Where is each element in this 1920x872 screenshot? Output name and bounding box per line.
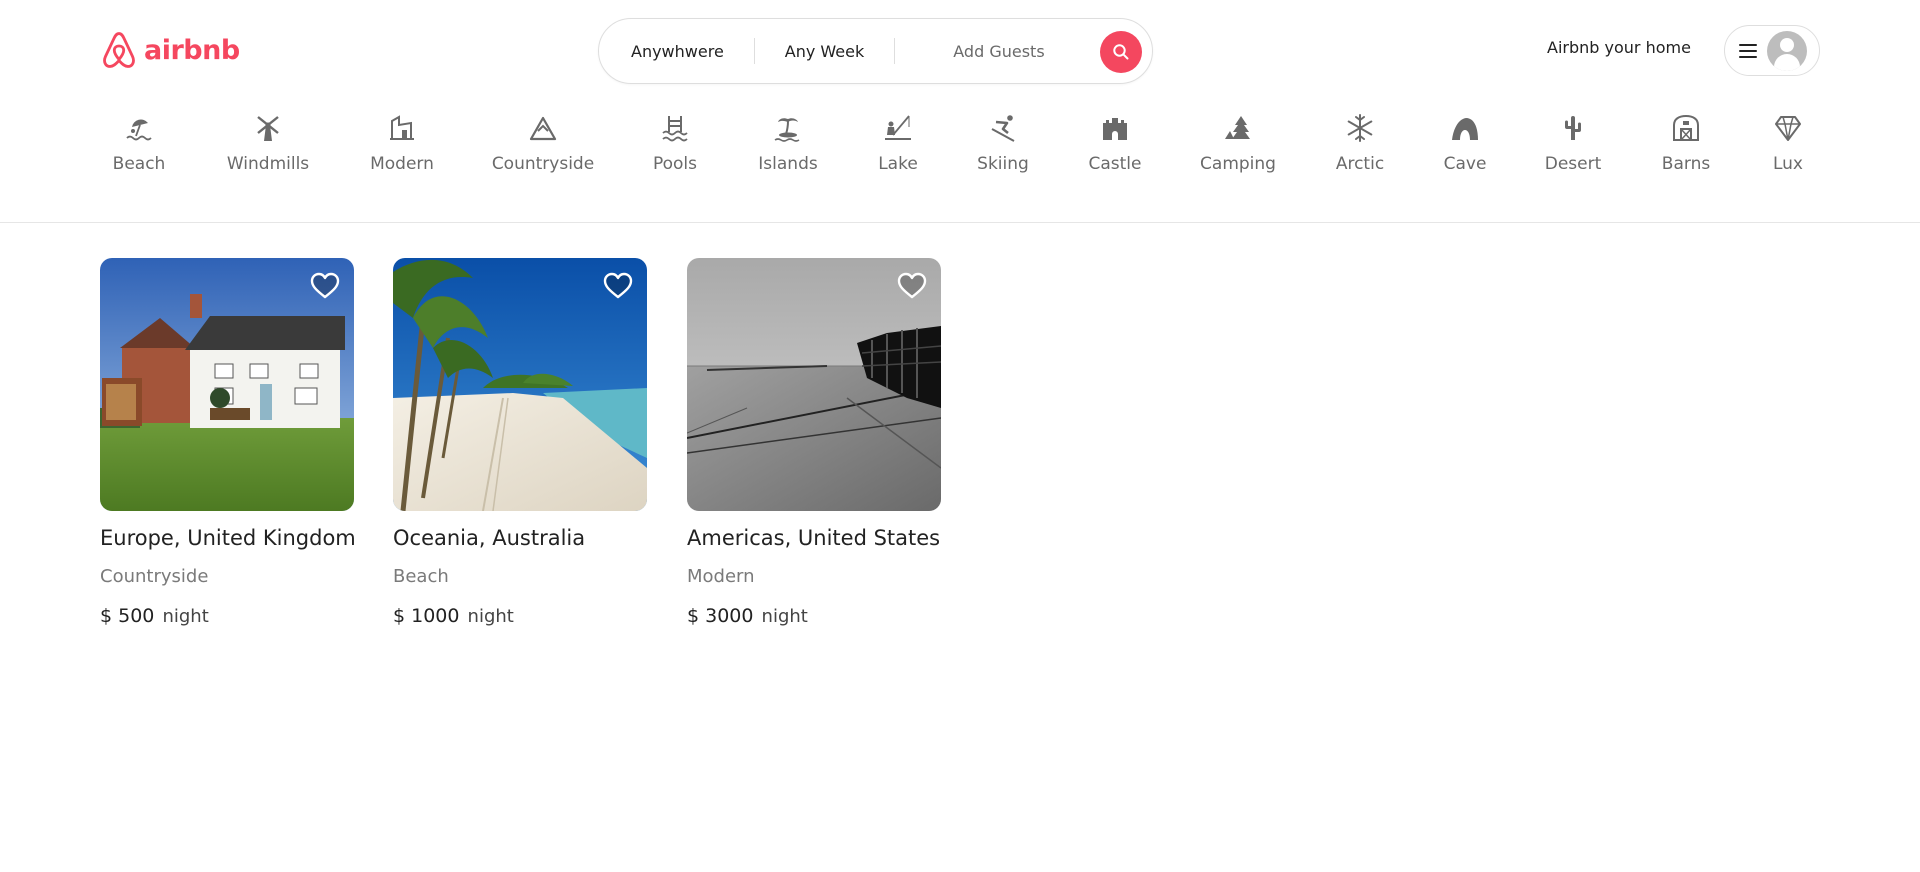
category-islands[interactable]: Islands [758,112,818,174]
cave-icon [1449,112,1481,144]
category-castle[interactable]: Castle [1088,112,1142,174]
logo-wordmark: airbnb [144,34,240,66]
category-label: Castle [1088,154,1142,174]
beach-umbrella-icon [123,112,155,144]
category-lake[interactable]: Lake [878,112,918,174]
category-label: Cave [1443,154,1487,174]
category-pools[interactable]: Pools [652,112,698,174]
category-label: Beach [112,154,166,174]
category-countryside[interactable]: Countryside [491,112,595,174]
category-label: Skiing [977,154,1029,174]
search-guests[interactable]: Add Guests [895,18,1088,84]
listing-photo[interactable] [393,258,647,511]
diamond-icon [1772,112,1804,144]
listing-price-row: $ 3000 night [687,605,941,627]
hamburger-icon [1739,43,1757,58]
category-desert[interactable]: Desert [1545,112,1601,174]
category-bar: Beach Windmills Modern Countryside Pools [0,112,1920,192]
category-label: Lux [1772,154,1803,174]
search-button[interactable] [1100,31,1142,73]
category-camping[interactable]: Camping [1200,112,1276,174]
listing-category: Beach [393,566,449,587]
category-barns[interactable]: Barns [1661,112,1711,174]
listing-price: $ 1000 [393,605,460,627]
airbnb-your-home-link[interactable]: Airbnb your home [1547,38,1691,57]
modern-building-icon [386,112,418,144]
listing-category: Countryside [100,566,209,587]
listing-photo[interactable] [687,258,941,511]
snowflake-icon [1344,112,1376,144]
fishing-icon [882,112,914,144]
listing-card[interactable]: Americas, United States Modern $ 3000 ni… [687,258,941,627]
listing-price: $ 500 [100,605,155,627]
listing-price-unit: night [162,606,209,627]
mountain-icon [527,112,559,144]
listing-card[interactable]: Europe, United Kingdom Countryside $ 500… [100,258,356,627]
search-where[interactable]: Anywhwere [599,18,754,84]
category-label: Desert [1544,154,1602,174]
category-beach[interactable]: Beach [110,112,168,174]
search-when[interactable]: Any Week [755,18,894,84]
listing-location: Americas, United States [687,526,941,550]
top-navbar: airbnb Anywhwere Any Week Add Guests Air… [0,0,1920,223]
category-modern[interactable]: Modern [370,112,434,174]
search-bar[interactable]: Anywhwere Any Week Add Guests [598,18,1153,84]
category-label: Arctic [1335,154,1385,174]
user-menu-button[interactable] [1724,25,1820,76]
listing-price-row: $ 500 night [100,605,354,627]
category-arctic[interactable]: Arctic [1336,112,1384,174]
skiing-icon [987,112,1019,144]
island-icon [772,112,804,144]
barn-icon [1670,112,1702,144]
airbnb-logo[interactable]: airbnb [100,30,240,70]
listing-price-row: $ 1000 night [393,605,647,627]
listing-price-unit: night [761,606,808,627]
category-label: Pools [652,154,698,174]
listing-photo[interactable] [100,258,354,511]
listing-location: Europe, United Kingdom [100,526,356,550]
listing-category: Modern [687,566,755,587]
category-label: Camping [1200,154,1276,174]
category-label: Modern [370,154,434,174]
category-label: Lake [878,154,918,174]
cactus-icon [1557,112,1589,144]
category-windmills[interactable]: Windmills [226,112,310,174]
avatar-icon [1767,30,1807,71]
listing-price: $ 3000 [687,605,754,627]
camping-icon [1222,112,1254,144]
windmill-icon [252,112,284,144]
category-skiing[interactable]: Skiing [977,112,1029,174]
category-label: Barns [1661,154,1711,174]
heart-favorite-icon[interactable] [310,272,340,300]
heart-favorite-icon[interactable] [897,272,927,300]
airbnb-logo-icon [103,32,135,68]
listing-price-unit: night [467,606,514,627]
pool-icon [659,112,691,144]
category-label: Islands [758,154,818,174]
heart-favorite-icon[interactable] [603,272,633,300]
listing-location: Oceania, Australia [393,526,586,550]
category-cave[interactable]: Cave [1444,112,1486,174]
category-label: Countryside [491,154,595,174]
listing-card[interactable]: Oceania, Australia Beach $ 1000 night [393,258,647,627]
category-lux[interactable]: Lux [1770,112,1806,174]
search-icon [1113,44,1129,60]
castle-icon [1099,112,1131,144]
category-label: Windmills [226,154,310,174]
